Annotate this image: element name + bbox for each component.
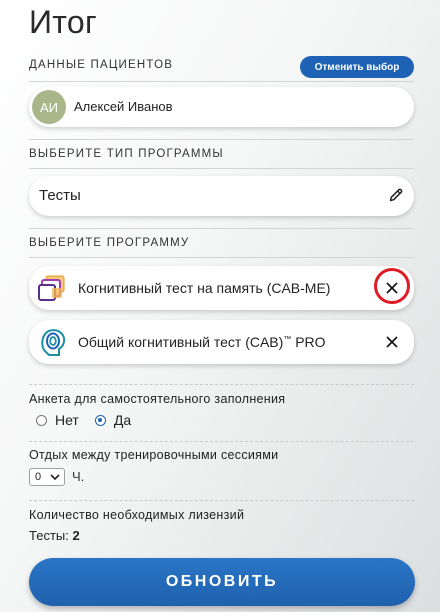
- divider: [29, 168, 414, 169]
- patient-name: Алексей Иванов: [74, 99, 173, 114]
- licenses-count: Тесты: 2: [29, 528, 80, 543]
- program-name-main: Общий когнитивный тест (CAB): [78, 334, 284, 350]
- tests-label: Тесты:: [29, 528, 69, 543]
- divider: [29, 139, 414, 140]
- divider: [29, 228, 414, 229]
- programs-section-label: ВЫБЕРИТЕ ПРОГРАММУ: [29, 237, 190, 249]
- program-name: Когнитивный тест на память (CAB-ME): [78, 280, 331, 296]
- rest-hours-select[interactable]: 0: [29, 468, 65, 486]
- cab-me-logo-icon: [38, 275, 65, 301]
- page-title: Итог: [29, 4, 97, 40]
- divider: [29, 500, 414, 501]
- program-type-field[interactable]: Тесты: [29, 176, 414, 216]
- program-name: Общий когнитивный тест (CAB)™ PRO: [78, 334, 326, 350]
- patients-section-label: ДАННЫЕ ПАЦИЕНТОВ: [29, 59, 174, 71]
- program-name-tail: PRO: [291, 334, 326, 350]
- self-questionnaire-radio-group: Нет Да: [36, 412, 147, 428]
- update-button[interactable]: ОБНОВИТЬ: [29, 558, 415, 606]
- divider: [29, 441, 414, 442]
- highlight-circle: [374, 268, 410, 304]
- summary-page: Итог ДАННЫЕ ПАЦИЕНТОВ Отменить выбор АИ …: [0, 0, 440, 612]
- avatar: АИ: [32, 90, 66, 124]
- program-item-cab-pro[interactable]: Общий когнитивный тест (CAB)™ PRO: [29, 320, 414, 364]
- cancel-selection-button[interactable]: Отменить выбор: [300, 56, 414, 78]
- rest-unit: Ч.: [72, 469, 85, 484]
- tests-count: 2: [72, 528, 80, 543]
- remove-program-button[interactable]: [382, 332, 402, 352]
- patient-card[interactable]: АИ Алексей Иванов: [29, 87, 414, 127]
- radio-no[interactable]: [36, 414, 47, 426]
- rest-hours-value: 0: [35, 471, 42, 483]
- licenses-label: Количество необходимых лизензий: [29, 508, 245, 522]
- self-questionnaire-label: Анкета для самостоятельного заполнения: [29, 392, 286, 406]
- program-item-cab-me[interactable]: Когнитивный тест на память (CAB-ME): [29, 266, 414, 310]
- divider: [29, 257, 414, 258]
- divider: [29, 81, 414, 82]
- close-icon: [386, 336, 398, 348]
- cab-pro-logo-icon: [41, 329, 66, 356]
- program-type-value: Тесты: [39, 187, 81, 204]
- radio-no-label[interactable]: Нет: [55, 412, 79, 428]
- pencil-icon[interactable]: [388, 187, 404, 203]
- radio-yes-label[interactable]: Да: [114, 412, 131, 428]
- radio-yes[interactable]: [94, 414, 106, 426]
- rest-label: Отдых между тренировочными сессиями: [29, 448, 279, 462]
- program-type-section-label: ВЫБЕРИТЕ ТИП ПРОГРАММЫ: [29, 148, 224, 160]
- chevron-down-icon: [50, 474, 60, 481]
- divider: [29, 384, 414, 385]
